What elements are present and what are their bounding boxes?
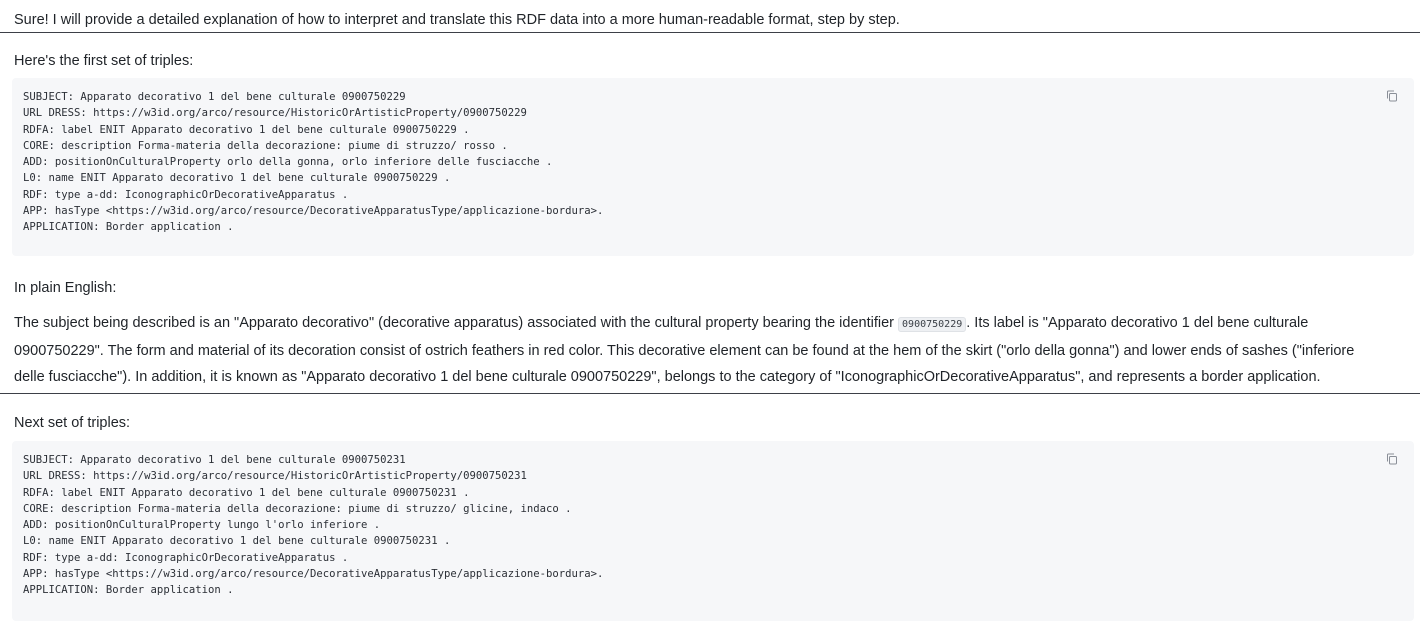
intro-text: Sure! I will provide a detailed explanat…	[14, 12, 900, 28]
code-line: CORE: description Forma-materia della de…	[23, 139, 508, 152]
code-block-1[interactable]: SUBJECT: Apparato decorativo 1 del bene …	[12, 78, 1414, 256]
code-lines-1: SUBJECT: Apparato decorativo 1 del bene …	[23, 89, 603, 236]
code-lines-2: SUBJECT: Apparato decorativo 1 del bene …	[23, 452, 603, 599]
code-line: APPLICATION: Border application .	[23, 221, 234, 234]
code-block-2[interactable]: SUBJECT: Apparato decorativo 1 del bene …	[12, 441, 1414, 621]
code-line: CORE: description Forma-materia della de…	[23, 502, 572, 515]
code-line: APP: hasType <https://w3id.org/arco/reso…	[23, 205, 604, 218]
code-line: ADD: positionOnCulturalProperty lungo l'…	[23, 519, 381, 532]
code-line: APPLICATION: Border application .	[23, 584, 234, 597]
code-line: SUBJECT: Apparato decorativo 1 del bene …	[23, 91, 406, 103]
code-line: RDF: type a-dd: IconographicOrDecorative…	[23, 188, 349, 201]
explanation-text: The subject being described is an "Appar…	[14, 315, 899, 331]
copy-icon	[1387, 90, 1397, 102]
explanation-line-3: delle fusciacche"). In addition, it is k…	[14, 369, 1321, 385]
code-line: L0: name ENIT Apparato decorativo 1 del …	[23, 172, 451, 185]
explanation-paragraph: The subject being described is an "Appar…	[14, 310, 1414, 390]
code-line: APP: hasType <https://w3id.org/arco/reso…	[23, 568, 604, 581]
copy-button[interactable]	[1386, 453, 1400, 467]
plain-english-heading: In plain English:	[14, 280, 117, 296]
code-line: ADD: positionOnCulturalProperty orlo del…	[23, 156, 553, 169]
code-line: RDFA: label ENIT Apparato decorativo 1 d…	[23, 486, 470, 499]
explanation-line-1: The subject being described is an "Appar…	[14, 310, 1414, 338]
code-line: URL DRESS: https://w3id.org/arco/resourc…	[23, 470, 527, 483]
explanation-line-2: 0900750229". The form and material of it…	[14, 343, 1355, 359]
copy-button[interactable]	[1386, 90, 1400, 104]
code-line: RDFA: label ENIT Apparato decorativo 1 d…	[23, 123, 470, 136]
divider	[0, 393, 1420, 394]
code-line: RDF: type a-dd: IconographicOrDecorative…	[23, 551, 349, 564]
copy-icon	[1387, 453, 1397, 465]
explanation-text: . Its label is "Apparato decorativo 1 de…	[966, 315, 1309, 331]
code-line: URL DRESS: https://w3id.org/arco/resourc…	[23, 107, 527, 120]
code-line: SUBJECT: Apparato decorativo 1 del bene …	[23, 454, 406, 466]
next-set-heading: Next set of triples:	[14, 415, 131, 431]
divider	[0, 32, 1420, 33]
code-line: L0: name ENIT Apparato decorativo 1 del …	[23, 535, 451, 548]
first-set-heading: Here's the first set of triples:	[14, 53, 194, 69]
identifier-inline-code: 0900750229	[898, 317, 967, 332]
chat-response: Sure! I will provide a detailed explanat…	[0, 0, 1424, 627]
